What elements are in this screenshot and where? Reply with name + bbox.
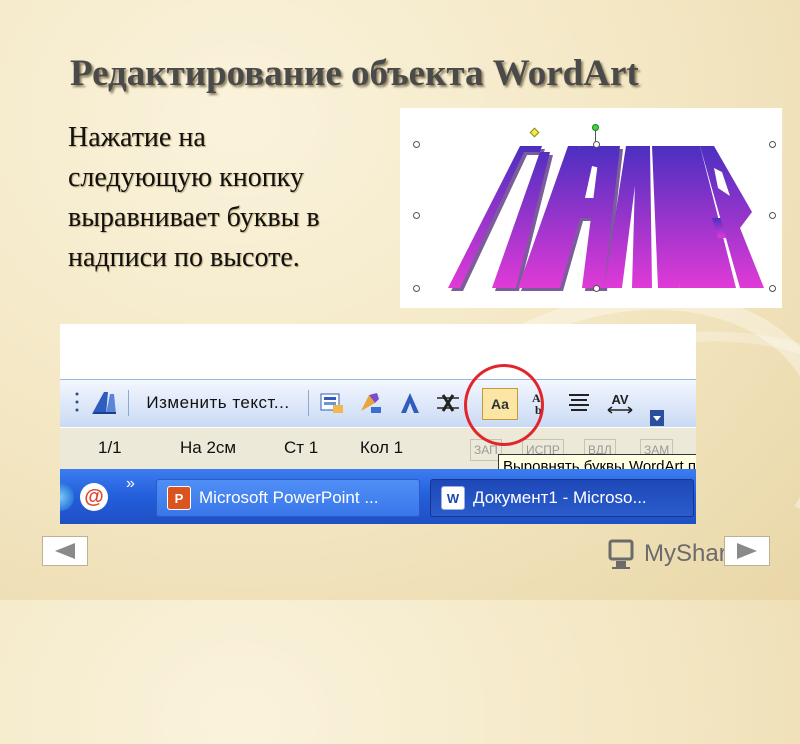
description-line: Нажатие на (68, 122, 206, 153)
edit-text-button[interactable]: Изменить текст... (134, 388, 302, 418)
taskbar-item-powerpoint[interactable]: P Microsoft PowerPoint ... (156, 479, 420, 517)
description-line: выравнивает буквы в (68, 202, 320, 233)
word-icon: W (441, 486, 465, 510)
wordart-insert-icon[interactable] (88, 388, 122, 418)
quicklaunch-chevron[interactable]: » (126, 475, 135, 493)
description-line: надписи по высоте. (68, 242, 300, 273)
selection-handle[interactable] (413, 285, 420, 292)
quicklaunch-ie-icon[interactable] (60, 483, 74, 511)
taskbar-item-word[interactable]: W Документ1 - Microso... (430, 479, 694, 517)
next-slide-button[interactable] (724, 536, 770, 566)
edit-text-label: Изменить текст... (146, 393, 290, 412)
description-line: следующую кнопку (68, 162, 304, 193)
text-wrapping-icon[interactable] (432, 388, 464, 418)
triangle-left-icon (55, 543, 75, 559)
myshared-logo-icon (608, 539, 634, 569)
selection-handle[interactable] (413, 212, 420, 219)
format-wordart-icon[interactable] (354, 388, 386, 418)
slide-title: Редактирование объекта WordArt (70, 53, 639, 94)
rotate-handle-stem (595, 130, 596, 142)
selection-handle[interactable] (593, 285, 600, 292)
windows-taskbar: @ » P Microsoft PowerPoint ... W Докумен… (60, 469, 696, 524)
taskbar-item-label: Microsoft PowerPoint ... (199, 488, 379, 507)
powerpoint-icon: P (167, 486, 191, 510)
wordart-object[interactable] (400, 108, 782, 308)
spacing-arrows-icon (607, 405, 633, 414)
selection-handle[interactable] (769, 141, 776, 148)
status-page: 1/1 (98, 438, 122, 457)
triangle-right-icon (737, 543, 757, 559)
prev-slide-button[interactable] (42, 536, 88, 566)
wordart-gallery-icon[interactable] (316, 388, 348, 418)
toolbar-separator (128, 390, 129, 416)
wordart-shape-icon[interactable] (394, 388, 426, 418)
character-spacing-button[interactable]: AV (602, 388, 638, 418)
selection-handle[interactable] (593, 141, 600, 148)
toolbar-grip[interactable] (74, 388, 80, 418)
wordart-graphic (420, 146, 764, 291)
status-position: На 2см (180, 438, 237, 457)
slide-description: Нажатие на следующую кнопку выравнивает … (68, 118, 388, 278)
word-screenshot: Изменить текст... Aa Ab AV 1/1 На 2см Ст… (60, 324, 696, 524)
taskbar-item-label: Документ1 - Microso... (473, 488, 647, 507)
highlight-circle (464, 364, 544, 446)
selection-handle[interactable] (769, 212, 776, 219)
selection-handle[interactable] (413, 141, 420, 148)
status-line: Ст 1 (284, 438, 319, 457)
status-column: Кол 1 (360, 438, 404, 457)
alignment-icon[interactable] (564, 388, 594, 418)
toolbar-separator (308, 390, 309, 416)
wordart-toolbar: Изменить текст... Aa Ab AV (60, 379, 696, 428)
quicklaunch-mail-icon[interactable]: @ (80, 483, 108, 511)
selection-handle[interactable] (769, 285, 776, 292)
toolbar-options-icon[interactable] (650, 410, 664, 426)
character-spacing-icon: AV (611, 391, 629, 407)
